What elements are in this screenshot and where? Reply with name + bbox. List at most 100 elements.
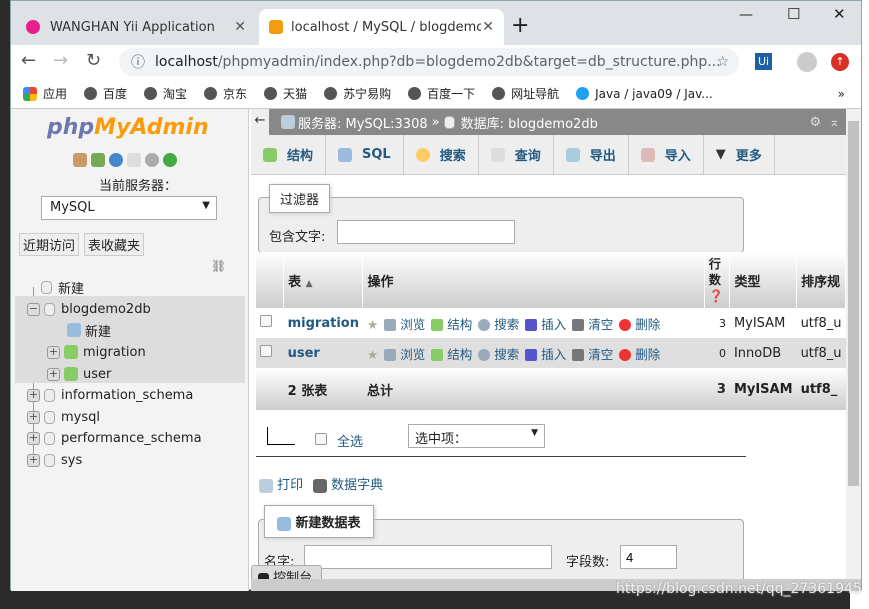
favorites-button[interactable]: 表收藏夹 — [84, 233, 145, 256]
link-icon[interactable]: ⛓ — [211, 259, 226, 273]
reload-icon[interactable] — [163, 153, 177, 167]
favorite-star-icon[interactable]: ★ — [367, 347, 378, 362]
expand-icon[interactable]: + — [27, 410, 40, 424]
help-icon[interactable]: ❓ — [709, 289, 724, 303]
expand-icon[interactable]: + — [27, 453, 40, 467]
table-name-input[interactable] — [304, 545, 552, 569]
home-icon[interactable] — [73, 153, 87, 167]
docs-icon[interactable] — [127, 153, 141, 167]
new-tab-button[interactable]: + — [511, 13, 529, 38]
bookmark-item[interactable]: 网址导航 — [492, 85, 559, 102]
empty-action[interactable]: 清空 — [572, 347, 613, 362]
insert-action[interactable]: 插入 — [525, 347, 566, 362]
tab-yii[interactable]: WANGHAN Yii Application ✕ — [16, 9, 256, 45]
table-name-link[interactable]: migration — [288, 316, 359, 331]
search-action[interactable]: 搜索 — [478, 317, 519, 332]
bookmark-item[interactable]: 百度一下 — [408, 85, 475, 102]
tab-export[interactable]: 导出 — [554, 135, 629, 174]
collapse-top-icon[interactable]: ⌅ — [829, 115, 840, 130]
bookmark-item[interactable]: 苏宁易购 — [324, 85, 391, 102]
field-count-input[interactable] — [620, 545, 677, 569]
drop-action[interactable]: 删除 — [619, 317, 660, 332]
row-checkbox[interactable] — [260, 315, 272, 327]
bookmarks-more-button[interactable]: » — [838, 87, 845, 101]
reload-button[interactable]: ↻ — [86, 50, 101, 71]
tab-search[interactable]: 搜索 — [404, 135, 479, 174]
scrollbar-thumb[interactable] — [848, 121, 859, 486]
profile-avatar[interactable] — [797, 52, 817, 72]
link-label: 打印 — [277, 478, 304, 493]
browse-action[interactable]: 浏览 — [384, 347, 425, 362]
back-button[interactable]: ← — [21, 50, 36, 71]
collapse-icon[interactable]: − — [27, 302, 40, 316]
structure-action[interactable]: 结构 — [431, 317, 472, 332]
insert-action[interactable]: 插入 — [525, 317, 566, 332]
data-dictionary-link[interactable]: 数据字典 — [313, 474, 383, 493]
drop-action[interactable]: 删除 — [619, 347, 660, 362]
bookmark-item[interactable]: 百度 — [84, 85, 127, 102]
maximize-button[interactable]: ☐ — [787, 5, 800, 23]
tab-phpmyadmin[interactable]: localhost / MySQL / blogdemo ✕ — [259, 9, 504, 45]
bookmark-item[interactable]: 天猫 — [264, 85, 307, 102]
expand-icon[interactable]: + — [47, 367, 60, 381]
forward-button[interactable]: → — [53, 50, 68, 71]
expand-icon[interactable]: + — [27, 388, 40, 402]
tree-db-blogdemo2db[interactable]: − blogdemo2db — [27, 299, 151, 319]
console-toggle[interactable]: 控制台 — [251, 565, 322, 579]
tree-db-item[interactable]: + mysql — [27, 407, 100, 427]
tree-table-migration[interactable]: + migration — [47, 342, 146, 362]
filter-input[interactable] — [337, 220, 515, 244]
expand-icon[interactable]: + — [47, 345, 60, 359]
close-tab-icon[interactable]: ✕ — [234, 19, 246, 35]
header-rows[interactable]: 行数 ❓ — [704, 252, 731, 308]
star-icon[interactable]: ☆ — [716, 54, 729, 70]
browse-action[interactable]: 浏览 — [384, 317, 425, 332]
tab-import[interactable]: 导入 — [629, 135, 704, 174]
empty-action[interactable]: 清空 — [572, 317, 613, 332]
structure-action[interactable]: 结构 — [431, 347, 472, 362]
gear-icon[interactable] — [145, 153, 159, 167]
minimize-button[interactable]: — — [739, 7, 753, 23]
help-icon[interactable] — [109, 153, 123, 167]
collapse-sidebar-button[interactable]: ← — [251, 109, 269, 135]
header-type[interactable]: 类型 — [729, 252, 798, 308]
print-link[interactable]: 打印 — [259, 474, 303, 493]
tab-sql[interactable]: SQL — [326, 135, 404, 174]
breadcrumb-server[interactable]: 服务器: MySQL:3308 — [298, 113, 428, 132]
select-all-label[interactable]: 全选 — [337, 431, 363, 450]
tab-more[interactable]: ▼ 更多 — [704, 135, 775, 174]
tree-new-db[interactable]: 新建 — [41, 277, 84, 297]
recent-button[interactable]: 近期访问 — [19, 233, 80, 256]
header-collation[interactable]: 排序规 — [796, 252, 846, 308]
extension-icon[interactable]: Ui — [755, 53, 772, 70]
with-selected-select[interactable]: 选中项： ▼ — [408, 424, 545, 448]
tree-db-item[interactable]: + information_schema — [27, 385, 193, 405]
bookmark-apps[interactable]: 应用 — [23, 85, 67, 102]
close-window-button[interactable]: ✕ — [833, 5, 846, 23]
tree-new-table[interactable]: 新建 — [67, 320, 111, 340]
server-select[interactable]: MySQL ▼ — [41, 196, 217, 220]
bookmark-item[interactable]: 淘宝 — [144, 85, 187, 102]
vertical-scrollbar[interactable] — [846, 109, 861, 579]
pma-logo[interactable]: phpMyAdmin — [47, 115, 209, 140]
bookmark-item[interactable]: Java / java09 / Jav... — [576, 87, 713, 101]
tree-db-item[interactable]: + sys — [27, 450, 82, 470]
expand-icon[interactable]: + — [27, 431, 40, 445]
address-bar[interactable]: ⓘ localhost/phpmyadmin/index.php?db=blog… — [119, 48, 739, 76]
close-tab-icon[interactable]: ✕ — [482, 19, 494, 35]
update-icon[interactable]: ↑ — [831, 53, 849, 71]
row-checkbox[interactable] — [260, 345, 272, 357]
tab-structure[interactable]: 结构 — [251, 135, 327, 174]
logout-icon[interactable] — [91, 153, 105, 167]
breadcrumb-database[interactable]: 数据库: blogdemo2db — [461, 113, 598, 132]
tab-query[interactable]: 查询 — [479, 135, 554, 174]
favorite-star-icon[interactable]: ★ — [367, 317, 378, 332]
search-action[interactable]: 搜索 — [478, 347, 519, 362]
tree-db-item[interactable]: + performance_schema — [27, 428, 202, 448]
select-all-checkbox[interactable] — [315, 433, 327, 445]
tree-table-user[interactable]: + user — [47, 364, 111, 384]
gear-icon[interactable]: ⚙ — [809, 115, 821, 130]
table-name-link[interactable]: user — [288, 346, 320, 361]
header-table[interactable]: 表 ▲ — [283, 252, 364, 308]
bookmark-item[interactable]: 京东 — [204, 85, 247, 102]
